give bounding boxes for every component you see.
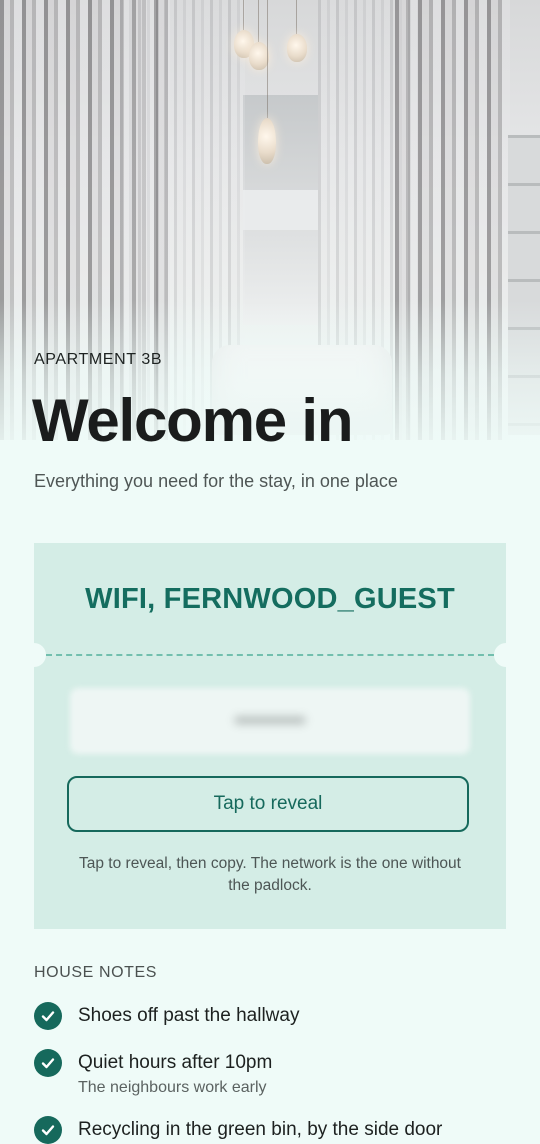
- wifi-card: WIFI, FERNWOOD_GUEST •••••••••• Tap to r…: [22, 543, 518, 929]
- pendant-bulb: [287, 34, 307, 62]
- wifi-password-hidden-value: ••••••••••: [234, 709, 306, 732]
- house-note-item: Quiet hours after 10pm The neighbours wo…: [34, 1049, 272, 1099]
- page-subtitle: Everything you need for the stay, in one…: [34, 471, 398, 491]
- ticket-perforation-divider: [46, 654, 494, 656]
- wifi-card-header: WIFI, FERNWOOD_GUEST: [34, 543, 506, 655]
- page-title: Welcome in: [32, 387, 354, 454]
- ticket-notch-right: [494, 643, 518, 667]
- lamp-cord: [296, 0, 297, 34]
- house-note-title: Shoes off past the hallway: [78, 1005, 300, 1026]
- house-note-title: Quiet hours after 10pm: [78, 1052, 273, 1073]
- house-note-subtitle: The neighbours work early: [78, 1079, 267, 1096]
- ticket-notch-left: [22, 643, 46, 667]
- lamp-cord: [267, 0, 268, 118]
- window-pane: [243, 190, 318, 230]
- apartment-label: APARTMENT 3B: [34, 351, 163, 368]
- lamp-cord: [243, 0, 244, 30]
- pendant-bulb: [258, 118, 276, 164]
- check-circle-icon: [34, 1002, 62, 1030]
- wifi-password-blurred[interactable]: ••••••••••: [70, 688, 470, 754]
- reveal-password-button[interactable]: Tap to reveal: [67, 776, 469, 832]
- pendant-bulb: [249, 42, 269, 70]
- wifi-hint-text: Tap to reveal, then copy. The network is…: [79, 855, 461, 894]
- check-circle-icon: [34, 1049, 62, 1077]
- house-notes-heading: HOUSE NOTES: [34, 964, 158, 981]
- wifi-network-name: WIFI, FERNWOOD_GUEST: [85, 582, 455, 615]
- house-note-item: Shoes off past the hallway: [34, 1002, 299, 1030]
- lamp-cord: [258, 0, 259, 42]
